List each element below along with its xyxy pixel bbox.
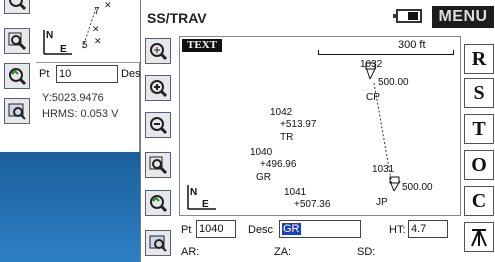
zoom-extents-button[interactable] [145,38,171,64]
traverse-button[interactable]: T [464,114,494,144]
point-inquire-button[interactable] [145,230,171,256]
zoom-out-icon [150,117,168,135]
point-desc-label: GR [256,172,271,183]
zoom-previous-button[interactable] [145,190,171,216]
instrument-icon-1031 [389,176,401,192]
point-elev-label: 500.00 [402,182,433,193]
point-id-label: 1041 [284,187,307,198]
svg-text:E: E [60,44,67,55]
ht-input[interactable]: 4.7 [408,220,448,238]
svg-text:✕: ✕ [94,36,102,46]
desc-label: Des [121,68,141,80]
north-label: N [190,187,197,198]
point-id-label: 1042 [270,107,293,118]
zoom-extents-button[interactable] [4,0,30,14]
point-elev-label: +496.96 [260,159,297,170]
ar-label: AR: [181,246,200,258]
battery-icon [393,9,422,23]
zoom-window-button[interactable] [4,28,30,54]
point-elev-label: +507.36 [294,199,331,210]
zoom-previous-icon [150,195,168,213]
divider [36,62,140,63]
svg-text:✕: ✕ [104,0,112,10]
desc-input[interactable]: GR [279,220,361,238]
y-coordinate-readout: Y:5023.9476 [42,92,104,104]
zoom-window-icon [8,32,27,51]
east-label: E [202,199,209,210]
control-button[interactable]: C [464,186,494,216]
svg-text:N: N [46,30,53,41]
main-window: SS/TRAV MENU TEXT 300 ft N E 1032 500.00… [140,0,495,262]
back-map-drawing: ✕ ✕ ✕ N E [43,0,112,55]
pt-label: Pt [39,68,50,80]
back-map-view[interactable]: ✕ ✕ ✕ N E 7 5 [36,0,140,62]
point-id-label: 1040 [250,147,273,158]
pt-input[interactable]: 10 [56,65,118,83]
zoom-out-button[interactable] [145,112,171,138]
point-id-label: 1031 [372,164,395,175]
za-label: ZA: [274,246,292,258]
map-point-label: 7 [94,6,100,17]
svg-text:✕: ✕ [92,24,100,34]
point-desc-label: JP [376,197,388,208]
point-id-label: 1032 [360,59,383,70]
desc-label: Desc [248,224,274,236]
sideshot-button[interactable]: S [464,78,494,108]
sd-label: SD: [357,246,376,258]
map-point-label: 5 [82,40,88,51]
inquire-icon [149,235,167,252]
pt-input[interactable]: 1040 [196,220,236,238]
zoom-in-icon [150,80,168,98]
occupy-button[interactable]: O [464,150,494,180]
window-title: SS/TRAV [147,10,207,26]
zoom-in-button[interactable] [145,75,171,101]
title-bar: SS/TRAV MENU [141,0,495,36]
zoom-previous-button[interactable] [4,63,30,89]
desc-selected-text: GR [282,223,301,235]
hrms-readout: HRMS: 0.053 V [42,108,119,120]
menu-button[interactable]: MENU [432,6,494,28]
tripod-icon [471,229,487,247]
point-desc-label: CP [366,92,380,103]
point-elev-label: 500.00 [378,77,409,88]
magnifier-icon [9,0,27,11]
zoom-extents-icon [150,43,168,61]
zoom-previous-icon [9,68,27,86]
map-view[interactable]: TEXT 300 ft N E 1032 500.00 CP 1042 +513… [179,36,461,216]
point-desc-label: TR [280,132,294,143]
zoom-window-button[interactable] [145,152,171,178]
zoom-window-icon [149,156,168,175]
point-elev-label: +513.97 [280,119,317,130]
background-window: ✕ ✕ ✕ N E 7 5 Pt 10 Des Y:5023.9476 HRMS… [0,0,141,152]
ht-label: HT: [389,224,406,236]
instrument-setup-button[interactable] [464,222,494,252]
pt-label: Pt [181,224,192,236]
remote-button[interactable]: R [464,44,494,74]
point-inquire-button[interactable] [4,98,30,124]
inquire-icon [8,103,26,120]
